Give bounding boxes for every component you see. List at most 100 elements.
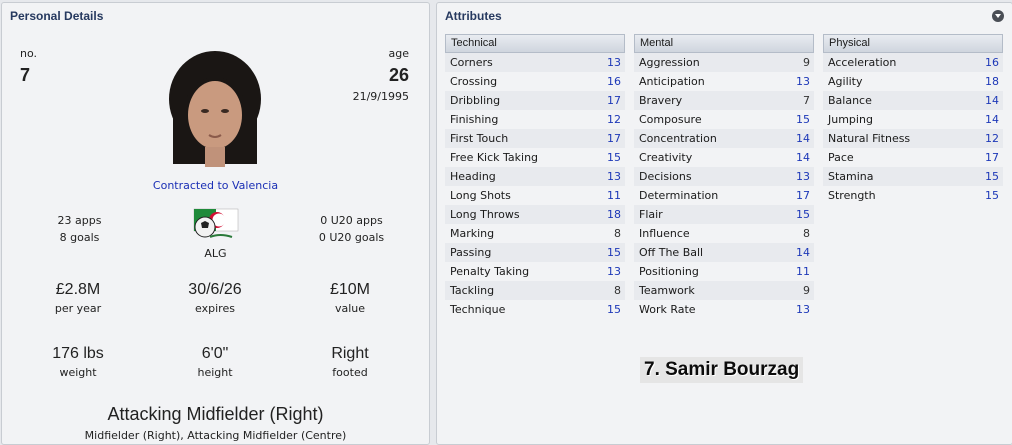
age-label: age bbox=[388, 47, 410, 60]
attribute-row[interactable]: Tackling 8 bbox=[445, 281, 625, 300]
attribute-row[interactable]: Heading 13 bbox=[445, 167, 625, 186]
attribute-row[interactable]: Anticipation 13 bbox=[634, 72, 814, 91]
foot-value: Right bbox=[331, 345, 369, 362]
attribute-name: Anticipation bbox=[639, 75, 705, 88]
apps: 23 apps bbox=[57, 214, 102, 227]
contract-expiry-value: 30/6/26 bbox=[188, 281, 242, 298]
attribute-value: 15 bbox=[607, 151, 621, 164]
attribute-value: 15 bbox=[607, 246, 621, 259]
attribute-row[interactable]: Flair 15 bbox=[634, 205, 814, 224]
attribute-name: Crossing bbox=[450, 75, 498, 88]
attribute-value: 17 bbox=[607, 132, 621, 145]
value-label: value bbox=[334, 302, 366, 315]
attribute-row[interactable]: Crossing 16 bbox=[445, 72, 625, 91]
attribute-name: Work Rate bbox=[639, 303, 696, 316]
attribute-name: Influence bbox=[639, 227, 690, 240]
attribute-name: Teamwork bbox=[639, 284, 695, 297]
secondary-positions: Midfielder (Right), Attacking Midfielder… bbox=[84, 429, 347, 442]
attribute-row[interactable]: Agility 18 bbox=[823, 72, 1003, 91]
attribute-value: 8 bbox=[614, 227, 621, 240]
attribute-value: 15 bbox=[796, 208, 810, 221]
attribute-name: Creativity bbox=[639, 151, 693, 164]
attribute-row[interactable]: Concentration 14 bbox=[634, 129, 814, 148]
attribute-value: 12 bbox=[607, 113, 621, 126]
attribute-row[interactable]: Strength 15 bbox=[823, 186, 1003, 205]
attribute-row[interactable]: First Touch 17 bbox=[445, 129, 625, 148]
attribute-row[interactable]: Bravery 7 bbox=[634, 91, 814, 110]
attribute-value: 13 bbox=[796, 170, 810, 183]
attribute-value: 16 bbox=[985, 56, 999, 69]
attribute-row[interactable]: Off The Ball 14 bbox=[634, 243, 814, 262]
attribute-row[interactable]: Long Throws 18 bbox=[445, 205, 625, 224]
attribute-row[interactable]: Balance 14 bbox=[823, 91, 1003, 110]
attribute-value: 17 bbox=[985, 151, 999, 164]
attribute-row[interactable]: Marking 8 bbox=[445, 224, 625, 243]
mental-header: Mental bbox=[634, 34, 814, 53]
attribute-row[interactable]: Penalty Taking 13 bbox=[445, 262, 625, 281]
attribute-name: Tackling bbox=[450, 284, 495, 297]
attribute-name: Concentration bbox=[639, 132, 717, 145]
nation-code: ALG bbox=[204, 247, 227, 260]
attribute-value: 14 bbox=[985, 94, 999, 107]
attribute-name: Natural Fitness bbox=[828, 132, 911, 145]
attribute-row[interactable]: Pace 17 bbox=[823, 148, 1003, 167]
attribute-value: 14 bbox=[796, 132, 810, 145]
attribute-row[interactable]: Positioning 11 bbox=[634, 262, 814, 281]
player-portrait bbox=[169, 51, 261, 167]
attribute-value: 16 bbox=[607, 75, 621, 88]
attribute-value: 13 bbox=[796, 303, 810, 316]
attribute-value: 12 bbox=[985, 132, 999, 145]
attribute-row[interactable]: Technique 15 bbox=[445, 300, 625, 319]
attribute-name: Determination bbox=[639, 189, 719, 202]
attribute-name: Penalty Taking bbox=[450, 265, 530, 278]
mental-column: Mental Aggression 9 Anticipation 13 Bravery 7… bbox=[634, 34, 814, 319]
attribute-row[interactable]: Decisions 13 bbox=[634, 167, 814, 186]
technical-column: Technical Corners 13 Crossing 16 Dribbling 17… bbox=[445, 34, 625, 319]
attribute-row[interactable]: Teamwork 9 bbox=[634, 281, 814, 300]
attribute-name: Flair bbox=[639, 208, 663, 221]
goals: 8 goals bbox=[59, 231, 100, 244]
attribute-row[interactable]: Natural Fitness 12 bbox=[823, 129, 1003, 148]
primary-position: Attacking Midfielder (Right) bbox=[107, 404, 324, 424]
weight-label: weight bbox=[59, 366, 97, 379]
attribute-row[interactable]: Determination 17 bbox=[634, 186, 814, 205]
attribute-value: 11 bbox=[796, 265, 810, 278]
attribute-row[interactable]: Long Shots 11 bbox=[445, 186, 625, 205]
attribute-row[interactable]: Finishing 12 bbox=[445, 110, 625, 129]
attribute-row[interactable]: Dribbling 17 bbox=[445, 91, 625, 110]
attribute-value: 15 bbox=[796, 113, 810, 126]
attribute-value: 9 bbox=[803, 56, 810, 69]
attribute-name: Pace bbox=[828, 151, 854, 164]
attribute-value: 8 bbox=[614, 284, 621, 297]
wage-label: per year bbox=[54, 302, 102, 315]
attribute-row[interactable]: Free Kick Taking 15 bbox=[445, 148, 625, 167]
attribute-name: Passing bbox=[450, 246, 492, 259]
attribute-value: 15 bbox=[985, 189, 999, 202]
contract-link[interactable]: Contracted to Valencia bbox=[2, 179, 429, 192]
attribute-name: Bravery bbox=[639, 94, 683, 107]
attribute-row[interactable]: Corners 13 bbox=[445, 53, 625, 72]
attribute-name: Finishing bbox=[450, 113, 499, 126]
attribute-name: Technique bbox=[450, 303, 506, 316]
attribute-name: Heading bbox=[450, 170, 496, 183]
attribute-value: 13 bbox=[607, 170, 621, 183]
value-amount: £10M bbox=[329, 281, 371, 298]
attribute-value: 15 bbox=[985, 170, 999, 183]
attribute-row[interactable]: Jumping 14 bbox=[823, 110, 1003, 129]
attribute-value: 17 bbox=[607, 94, 621, 107]
chevron-down-icon[interactable] bbox=[992, 10, 1004, 22]
wage-value: £2.8M bbox=[55, 281, 101, 298]
attribute-value: 13 bbox=[796, 75, 810, 88]
attribute-row[interactable]: Aggression 9 bbox=[634, 53, 814, 72]
attribute-row[interactable]: Passing 15 bbox=[445, 243, 625, 262]
attribute-row[interactable]: Work Rate 13 bbox=[634, 300, 814, 319]
attribute-value: 7 bbox=[803, 94, 810, 107]
weight-value: 176 lbs bbox=[52, 345, 104, 362]
attribute-row[interactable]: Influence 8 bbox=[634, 224, 814, 243]
attribute-row[interactable]: Acceleration 16 bbox=[823, 53, 1003, 72]
attribute-row[interactable]: Stamina 15 bbox=[823, 167, 1003, 186]
height-label: height bbox=[197, 366, 233, 379]
algeria-flag-icon bbox=[193, 208, 239, 238]
attribute-row[interactable]: Creativity 14 bbox=[634, 148, 814, 167]
attribute-row[interactable]: Composure 15 bbox=[634, 110, 814, 129]
